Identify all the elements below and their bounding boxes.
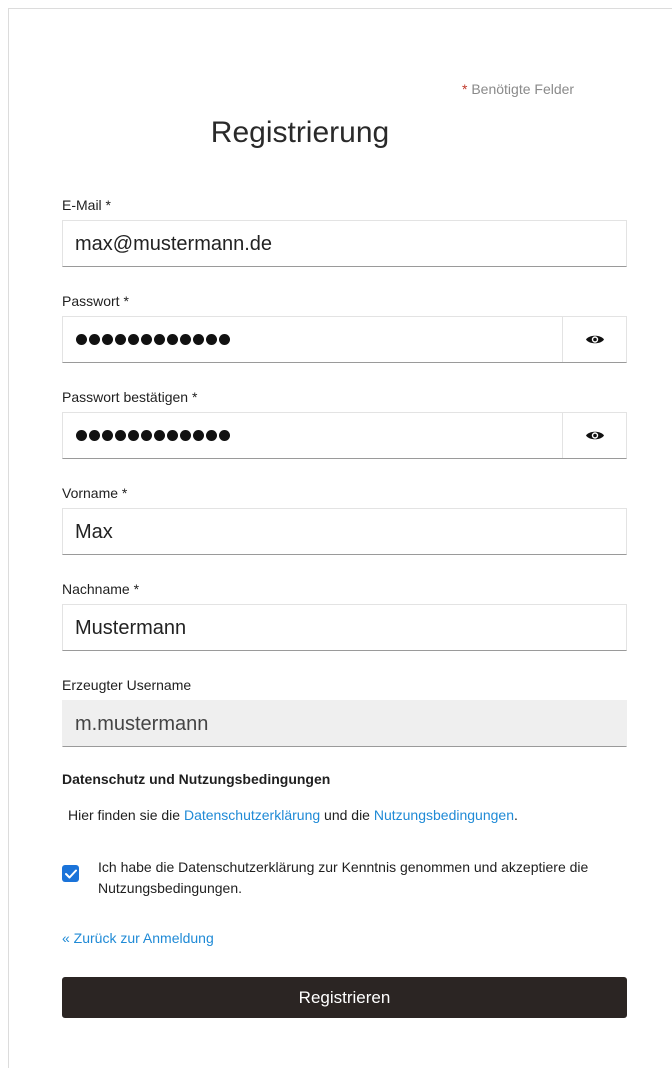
privacy-text-middle: und die bbox=[324, 807, 370, 823]
privacy-text-before: Hier finden sie die bbox=[68, 807, 181, 823]
password-dot bbox=[154, 430, 165, 441]
firstname-value: Max bbox=[75, 521, 113, 543]
password-confirm-label: Passwort bestätigen * bbox=[62, 389, 198, 405]
privacy-policy-link[interactable]: Datenschutzerklärung bbox=[184, 807, 320, 823]
lastname-field[interactable]: Mustermann bbox=[62, 604, 627, 651]
required-fields-note: * Benötigte Felder bbox=[462, 81, 574, 97]
eye-icon bbox=[585, 431, 604, 440]
lastname-label: Nachname * bbox=[62, 581, 140, 597]
password-dot bbox=[180, 430, 191, 441]
lastname-value: Mustermann bbox=[75, 617, 187, 639]
password-confirm-field[interactable] bbox=[62, 412, 627, 459]
password-dot bbox=[167, 334, 178, 345]
password-dot bbox=[89, 334, 100, 345]
password-mask bbox=[76, 334, 230, 345]
password-dot bbox=[115, 430, 126, 441]
register-button[interactable]: Registrieren bbox=[62, 977, 627, 1018]
checkmark-icon bbox=[64, 869, 77, 878]
password-dot bbox=[141, 334, 152, 345]
password-dot bbox=[115, 334, 126, 345]
password-dot bbox=[219, 334, 230, 345]
required-star: * bbox=[462, 81, 468, 97]
password-dot bbox=[128, 334, 139, 345]
password-dot bbox=[206, 430, 217, 441]
password-dot bbox=[102, 430, 113, 441]
password-dot bbox=[76, 334, 87, 345]
password-label: Passwort * bbox=[62, 293, 129, 309]
show-password-confirm-button[interactable] bbox=[562, 413, 626, 458]
password-dot bbox=[128, 430, 139, 441]
password-dot bbox=[154, 334, 165, 345]
password-dot bbox=[180, 334, 191, 345]
back-to-login-link[interactable]: « Zurück zur Anmeldung bbox=[62, 930, 214, 946]
password-field[interactable] bbox=[62, 316, 627, 363]
password-dot bbox=[219, 430, 230, 441]
email-label: E-Mail * bbox=[62, 197, 112, 213]
password-dot bbox=[193, 334, 204, 345]
firstname-field[interactable]: Max bbox=[62, 508, 627, 555]
password-dot bbox=[102, 334, 113, 345]
show-password-button[interactable] bbox=[562, 317, 626, 362]
terms-link[interactable]: Nutzungsbedingungen bbox=[374, 807, 514, 823]
email-value: max@mustermann.de bbox=[75, 233, 273, 255]
password-dot bbox=[76, 430, 87, 441]
password-dot bbox=[141, 430, 152, 441]
privacy-text-after: . bbox=[513, 807, 518, 823]
eye-icon bbox=[585, 335, 604, 344]
privacy-heading: Datenschutz und Nutzungsbedingungen bbox=[62, 771, 331, 787]
password-dot bbox=[89, 430, 100, 441]
email-field[interactable]: max@mustermann.de bbox=[62, 220, 627, 267]
username-value: m.mustermann bbox=[75, 713, 209, 735]
page-title: Registrierung bbox=[210, 116, 390, 149]
username-field: m.mustermann bbox=[62, 700, 627, 747]
password-dot bbox=[167, 430, 178, 441]
password-dot bbox=[206, 334, 217, 345]
password-dot bbox=[193, 430, 204, 441]
username-label: Erzeugter Username bbox=[62, 677, 192, 693]
consent-checkbox[interactable] bbox=[62, 865, 79, 882]
consent-label[interactable]: Ich habe die Datenschutzerklärung zur Ke… bbox=[98, 857, 618, 899]
privacy-info-text: Hier finden sie die Datenschutzerklärung… bbox=[68, 807, 518, 823]
required-note-text: Benötigte Felder bbox=[471, 81, 575, 97]
password-confirm-mask bbox=[76, 430, 230, 441]
firstname-label: Vorname * bbox=[62, 485, 128, 501]
